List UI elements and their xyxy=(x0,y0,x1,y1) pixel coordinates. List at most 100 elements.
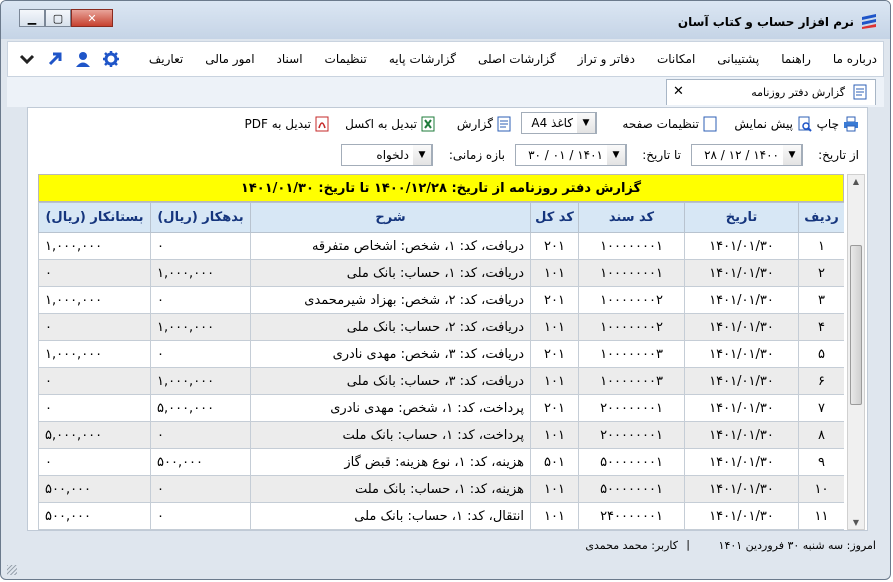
report-toolbar: چاپ پیش نمایش تنظیمات صفحه کاغذ A4 ▼ گزا… xyxy=(28,108,867,138)
tab-close-icon[interactable]: ✕ xyxy=(673,84,684,99)
maximize-icon: ▢ xyxy=(52,11,64,25)
column-header-date[interactable]: تاریخ xyxy=(684,202,799,233)
cell-row-number: ۸ xyxy=(798,421,844,449)
maximize-button[interactable]: ▢ xyxy=(45,9,71,27)
cell-credit: ۰ xyxy=(38,259,151,287)
menu-icons xyxy=(18,50,120,68)
table-row[interactable]: ۸ ۱۴۰۱/۰۱/۳۰ ۲۰۰۰۰۰۰۰۱ ۱۰۱ پرداخت، کد: ۱، حس… xyxy=(38,421,844,449)
minimize-icon: ▁ xyxy=(27,11,37,25)
report-label: گزارش xyxy=(456,117,493,131)
table-row[interactable]: ۵ ۱۴۰۱/۰۱/۳۰ ۱۰۰۰۰۰۰۰۳ ۲۰۱ دریافت، کد: ۳، شخ… xyxy=(38,340,844,368)
menu-item-basic-reports[interactable]: گزارشات پایه xyxy=(389,52,456,66)
cell-debit: ۱,۰۰۰,۰۰۰ xyxy=(150,259,251,287)
menu-item-ledgers[interactable]: دفاتر و تراز xyxy=(578,52,635,66)
scroll-down-icon[interactable]: ▼ xyxy=(848,518,864,527)
cell-description: دریافت، کد: ۲، حساب: بانک ملی xyxy=(250,313,531,341)
menu-item-definitions[interactable]: تعاریف xyxy=(149,52,183,66)
menu-item-help[interactable]: راهنما xyxy=(781,52,811,66)
cell-description: هزینه، کد: ۱، حساب: بانک ملت xyxy=(250,475,531,503)
table-row[interactable]: ۱۰ ۱۴۰۱/۰۱/۳۰ ۵۰۰۰۰۰۰۰۱ ۱۰۱ هزینه، کد: ۱، حس… xyxy=(38,475,844,503)
table-row[interactable]: ۳ ۱۴۰۱/۰۱/۳۰ ۱۰۰۰۰۰۰۰۲ ۲۰۱ دریافت، کد: ۲، شخ… xyxy=(38,286,844,314)
resize-grip-icon[interactable] xyxy=(7,565,17,575)
main-menu: تعاریف امور مالی اسناد تنظیمات گزارشات پ… xyxy=(127,52,877,66)
cell-general-code: ۲۰۱ xyxy=(530,286,579,314)
report-button[interactable]: گزارش xyxy=(457,116,511,132)
status-user: کاربر: محمد محمدی xyxy=(585,539,678,552)
column-header-debit[interactable]: بدهکار (ریال) xyxy=(150,202,251,233)
menu-item-finance[interactable]: امور مالی xyxy=(205,52,254,66)
table-row[interactable]: ۱۱ ۱۴۰۱/۰۱/۳۰ ۲۴۰۰۰۰۰۰۱ ۱۰۱ انتقال، کد: ۱، ح… xyxy=(38,502,844,530)
table-row[interactable]: ۷ ۱۴۰۱/۰۱/۳۰ ۲۰۰۰۰۰۰۰۱ ۲۰۱ پرداخت، کد: ۱، شخ… xyxy=(38,394,844,422)
cell-description: دریافت، کد: ۱، شخص: اشخاص متفرقه xyxy=(250,232,531,260)
column-header-general-code[interactable]: کد کل xyxy=(530,202,579,233)
dropdown-arrow-icon: ▼ xyxy=(413,145,432,165)
cell-description: دریافت، کد: ۳، شخص: مهدی نادری xyxy=(250,340,531,368)
table-row[interactable]: ۶ ۱۴۰۱/۰۱/۳۰ ۱۰۰۰۰۰۰۰۳ ۱۰۱ دریافت، کد: ۳، حس… xyxy=(38,367,844,395)
table-row[interactable]: ۲ ۱۴۰۱/۰۱/۳۰ ۱۰۰۰۰۰۰۰۱ ۱۰۱ دریافت، کد: ۱، حس… xyxy=(38,259,844,287)
cell-document-code: ۲۰۰۰۰۰۰۰۱ xyxy=(578,421,685,449)
cell-debit: ۵,۰۰۰,۰۰۰ xyxy=(150,394,251,422)
cell-row-number: ۹ xyxy=(798,448,844,476)
cell-debit: ۱,۰۰۰,۰۰۰ xyxy=(150,367,251,395)
print-button[interactable]: چاپ xyxy=(817,116,859,132)
preview-button[interactable]: پیش نمایش xyxy=(734,116,813,132)
cell-row-number: ۱۰ xyxy=(798,475,844,503)
cell-credit: ۱,۰۰۰,۰۰۰ xyxy=(38,340,151,368)
period-select[interactable]: دلخواه ▼ xyxy=(341,144,433,166)
print-label: چاپ xyxy=(816,117,839,131)
excel-icon xyxy=(421,116,435,132)
cell-general-code: ۱۰۱ xyxy=(530,367,579,395)
scroll-up-icon[interactable]: ▲ xyxy=(848,177,864,186)
cell-date: ۱۴۰۱/۰۱/۳۰ xyxy=(684,340,799,368)
cell-row-number: ۶ xyxy=(798,367,844,395)
cell-row-number: ۱۱ xyxy=(798,502,844,530)
cell-description: انتقال، کد: ۱، حساب: بانک ملی xyxy=(250,502,531,530)
cell-document-code: ۱۰۰۰۰۰۰۰۱ xyxy=(578,259,685,287)
scrollbar-thumb[interactable] xyxy=(850,245,862,405)
menu-item-settings[interactable]: تنظیمات xyxy=(325,52,367,66)
column-header-credit[interactable]: بستانکار (ریال) xyxy=(38,202,151,233)
cell-row-number: ۳ xyxy=(798,286,844,314)
gear-icon[interactable] xyxy=(102,50,120,68)
cell-general-code: ۱۰۱ xyxy=(530,421,579,449)
cell-date: ۱۴۰۱/۰۱/۳۰ xyxy=(684,232,799,260)
cell-description: دریافت، کد: ۳، حساب: بانک ملی xyxy=(250,367,531,395)
cell-credit: ۰ xyxy=(38,394,151,422)
cell-description: دریافت، کد: ۲، شخص: بهزاد شیرمحمدی xyxy=(250,286,531,314)
menu-item-features[interactable]: امکانات xyxy=(657,52,695,66)
cell-general-code: ۱۰۱ xyxy=(530,259,579,287)
cell-document-code: ۵۰۰۰۰۰۰۰۱ xyxy=(578,448,685,476)
from-date-picker[interactable]: ۱۴۰۰ / ۱۲ / ۲۸ ▼ xyxy=(691,144,803,166)
cell-debit: ۰ xyxy=(150,421,251,449)
menu-item-documents[interactable]: اسناد xyxy=(277,52,303,66)
arrow-up-right-icon[interactable] xyxy=(46,50,64,68)
status-separator: | xyxy=(686,538,690,551)
export-excel-button[interactable]: تبدیل به اکسل xyxy=(345,116,435,132)
table-row[interactable]: ۹ ۱۴۰۱/۰۱/۳۰ ۵۰۰۰۰۰۰۰۱ ۵۰۱ هزینه، کد: ۱، نوع… xyxy=(38,448,844,476)
journal-report: گزارش دفتر روزنامه از تاریخ: ۱۴۰۰/۱۲/۲۸ … xyxy=(38,174,844,530)
column-header-row-number[interactable]: ردیف xyxy=(798,202,844,233)
paper-size-select[interactable]: کاغذ A4 ▼ xyxy=(521,112,597,134)
table-row[interactable]: ۱ ۱۴۰۱/۰۱/۳۰ ۱۰۰۰۰۰۰۰۱ ۲۰۱ دریافت، کد: ۱، شخ… xyxy=(38,232,844,260)
close-button[interactable]: ✕ xyxy=(71,9,113,27)
export-pdf-label: تبدیل به PDF xyxy=(244,117,311,131)
report-panel: چاپ پیش نمایش تنظیمات صفحه کاغذ A4 ▼ گزا… xyxy=(27,107,868,531)
cell-debit: ۰ xyxy=(150,232,251,260)
cell-debit: ۰ xyxy=(150,502,251,530)
cell-row-number: ۴ xyxy=(798,313,844,341)
tab-journal-report[interactable]: گزارش دفتر روزنامه ✕ xyxy=(666,79,876,105)
table-row[interactable]: ۴ ۱۴۰۱/۰۱/۳۰ ۱۰۰۰۰۰۰۰۲ ۱۰۱ دریافت، کد: ۲، حس… xyxy=(38,313,844,341)
column-header-description[interactable]: شرح xyxy=(250,202,531,233)
vertical-scrollbar[interactable]: ▲ ▼ xyxy=(847,174,865,530)
export-pdf-button[interactable]: تبدیل به PDF xyxy=(245,116,329,132)
minimize-button[interactable]: ▁ xyxy=(19,9,45,27)
to-date-picker[interactable]: ۱۴۰۱ / ۰۱ / ۳۰ ▼ xyxy=(515,144,627,166)
chevron-down-icon[interactable] xyxy=(18,50,36,68)
page-settings-button[interactable]: تنظیمات صفحه xyxy=(622,116,717,132)
column-header-document-code[interactable]: کد سند xyxy=(578,202,685,233)
menu-item-main-reports[interactable]: گزارشات اصلی xyxy=(478,52,556,66)
menu-item-support[interactable]: پشتیبانی xyxy=(717,52,759,66)
cell-date: ۱۴۰۱/۰۱/۳۰ xyxy=(684,313,799,341)
user-icon[interactable] xyxy=(74,50,92,68)
menu-item-about[interactable]: درباره ما xyxy=(833,52,877,66)
